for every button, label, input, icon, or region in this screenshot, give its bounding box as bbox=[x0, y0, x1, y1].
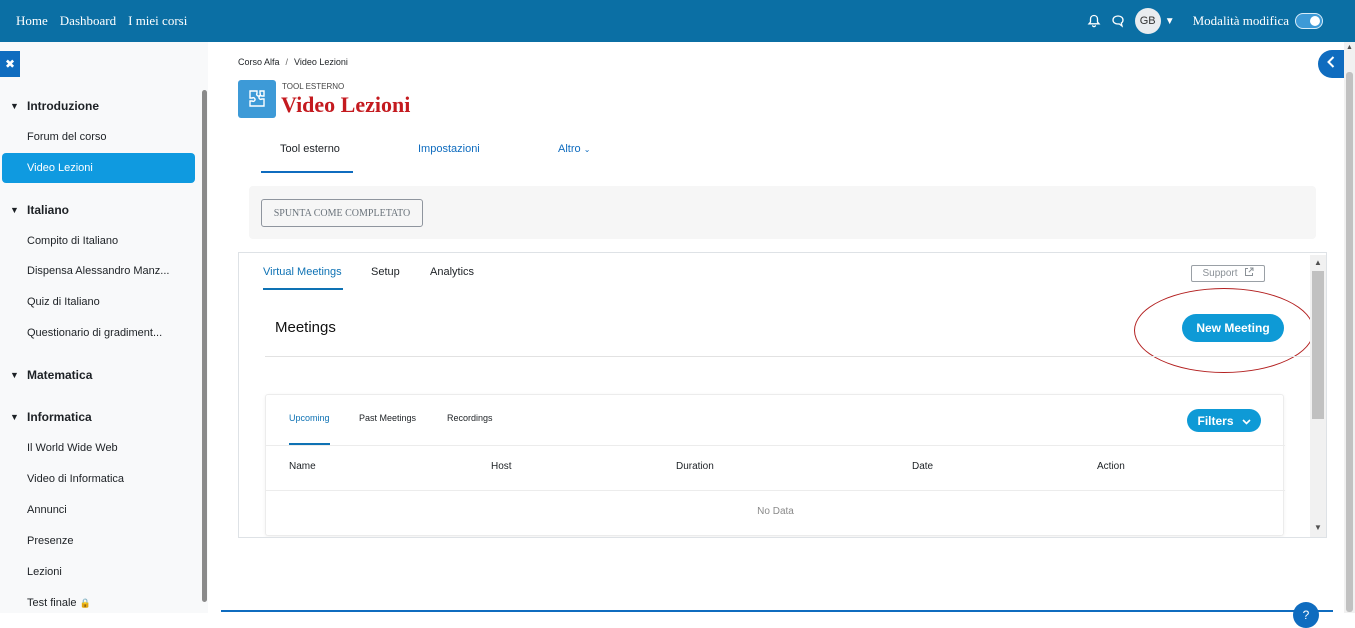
meetings-heading: Meetings bbox=[275, 319, 336, 336]
sidebar-item-compito[interactable]: Compito di Italiano bbox=[27, 235, 118, 247]
sidebar-item-forum[interactable]: Forum del corso bbox=[27, 131, 106, 143]
external-tool-frame: Virtual Meetings Setup Analytics Support… bbox=[238, 252, 1327, 538]
top-navbar: Home Dashboard I miei corsi GB ▼ Modalit… bbox=[0, 0, 1355, 42]
chevron-left-icon bbox=[1327, 55, 1335, 73]
chevron-down-icon: ▼ bbox=[10, 205, 19, 215]
chevron-down-icon: ⌄ bbox=[583, 145, 591, 154]
nav-dashboard[interactable]: Dashboard bbox=[60, 13, 116, 29]
tab-recordings[interactable]: Recordings bbox=[447, 413, 493, 423]
tab-altro[interactable]: Altro ⌄ bbox=[558, 143, 590, 155]
tab-analytics[interactable]: Analytics bbox=[430, 266, 474, 278]
column-header-host: Host bbox=[491, 461, 512, 472]
mark-complete-button[interactable]: SPUNTA COME COMPLETATO bbox=[261, 199, 423, 227]
empty-state-text: No Data bbox=[757, 506, 794, 517]
edit-mode-label: Modalità modifica bbox=[1192, 13, 1289, 28]
chevron-down-icon: ▼ bbox=[10, 101, 19, 111]
activity-type-label: TOOL ESTERNO bbox=[282, 82, 345, 91]
chevron-down-icon: ▼ bbox=[10, 412, 19, 422]
sidebar-item-www[interactable]: Il World Wide Web bbox=[27, 442, 118, 454]
nav-my-courses[interactable]: I miei corsi bbox=[128, 13, 187, 29]
section-introduzione[interactable]: ▼ Introduzione bbox=[10, 99, 99, 113]
page-title: Video Lezioni bbox=[281, 92, 411, 117]
external-link-icon bbox=[1244, 267, 1254, 280]
column-header-name: Name bbox=[289, 461, 316, 472]
column-header-date: Date bbox=[912, 461, 934, 472]
tab-past-meetings[interactable]: Past Meetings bbox=[359, 413, 416, 423]
sidebar-item-lezioni[interactable]: Lezioni bbox=[27, 566, 62, 578]
puzzle-piece-icon bbox=[238, 80, 276, 118]
annotation-circle bbox=[1134, 288, 1314, 373]
page-scrollbar[interactable]: ▲ bbox=[1344, 42, 1355, 613]
tab-upcoming[interactable]: Upcoming bbox=[289, 413, 330, 423]
column-header-action: Action bbox=[1097, 461, 1125, 472]
sidebar-item-video-lezioni[interactable]: Video Lezioni bbox=[2, 153, 195, 183]
open-block-drawer-button[interactable] bbox=[1318, 50, 1344, 78]
breadcrumb: Corso Alfa / Video Lezioni bbox=[238, 57, 348, 67]
tab-impostazioni[interactable]: Impostazioni bbox=[418, 143, 480, 155]
filters-button[interactable]: Filters bbox=[1187, 409, 1261, 432]
help-icon[interactable]: ? bbox=[1293, 602, 1319, 628]
tab-tool-esterno[interactable]: Tool esterno bbox=[280, 143, 340, 155]
scroll-up-arrow-icon[interactable]: ▲ bbox=[1314, 258, 1322, 267]
sidebar-scrollbar[interactable] bbox=[202, 90, 207, 602]
footer-border bbox=[221, 610, 1333, 612]
frame-scrollbar[interactable]: ▲ ▼ bbox=[1310, 255, 1326, 537]
chevron-down-icon[interactable]: ▼ bbox=[1165, 16, 1175, 27]
bell-icon[interactable] bbox=[1085, 12, 1103, 30]
sidebar-item-video-informatica[interactable]: Video di Informatica bbox=[27, 473, 124, 485]
section-informatica[interactable]: ▼ Informatica bbox=[10, 410, 92, 424]
breadcrumb-activity[interactable]: Video Lezioni bbox=[294, 57, 348, 67]
divider bbox=[266, 490, 1285, 491]
primary-nav: Home Dashboard I miei corsi bbox=[16, 13, 187, 29]
meetings-list-card: Upcoming Past Meetings Recordings Filter… bbox=[265, 394, 1285, 536]
scrollbar-thumb[interactable] bbox=[1346, 72, 1353, 612]
avatar[interactable]: GB bbox=[1134, 8, 1161, 34]
divider bbox=[265, 356, 1311, 357]
divider bbox=[266, 445, 1285, 446]
tab-virtual-meetings[interactable]: Virtual Meetings bbox=[263, 266, 342, 278]
sidebar-item-presenze[interactable]: Presenze bbox=[27, 535, 73, 547]
chevron-down-icon: ▼ bbox=[10, 370, 19, 380]
breadcrumb-course[interactable]: Corso Alfa bbox=[238, 57, 280, 67]
active-tab-indicator bbox=[263, 288, 343, 290]
active-tab-indicator bbox=[261, 171, 353, 173]
support-button[interactable]: Support bbox=[1191, 265, 1265, 282]
sidebar-item-dispensa[interactable]: Dispensa Alessandro Manz... bbox=[27, 265, 169, 277]
column-header-duration: Duration bbox=[676, 461, 714, 472]
sidebar-item-questionario[interactable]: Questionario di gradiment... bbox=[27, 327, 162, 339]
scrollbar-thumb[interactable] bbox=[1312, 271, 1324, 419]
close-drawer-button[interactable]: ✖ bbox=[0, 51, 20, 77]
tab-setup[interactable]: Setup bbox=[371, 266, 400, 278]
sidebar-item-test-finale[interactable]: Test finale 🔒 bbox=[27, 597, 91, 609]
nav-home[interactable]: Home bbox=[16, 13, 48, 29]
section-italiano[interactable]: ▼ Italiano bbox=[10, 203, 69, 217]
chat-bubble-icon[interactable] bbox=[1109, 12, 1127, 30]
sidebar-item-annunci[interactable]: Annunci bbox=[27, 504, 67, 516]
scroll-up-arrow-icon[interactable]: ▲ bbox=[1346, 44, 1353, 51]
scroll-down-arrow-icon[interactable]: ▼ bbox=[1314, 523, 1322, 532]
chevron-down-icon bbox=[1241, 414, 1251, 428]
close-icon: ✖ bbox=[4, 57, 16, 71]
user-menu-area: GB ▼ Modalità modifica bbox=[1085, 0, 1323, 42]
section-matematica[interactable]: ▼ Matematica bbox=[10, 368, 92, 382]
edit-mode-toggle[interactable] bbox=[1295, 13, 1323, 29]
breadcrumb-separator: / bbox=[285, 57, 289, 67]
activity-completion-bar: SPUNTA COME COMPLETATO bbox=[249, 186, 1316, 239]
course-index-drawer: ✖ ▼ Introduzione Forum del corso Video Le… bbox=[0, 42, 208, 613]
lock-icon: 🔒 bbox=[79, 598, 91, 608]
sidebar-item-quiz[interactable]: Quiz di Italiano bbox=[27, 296, 100, 308]
